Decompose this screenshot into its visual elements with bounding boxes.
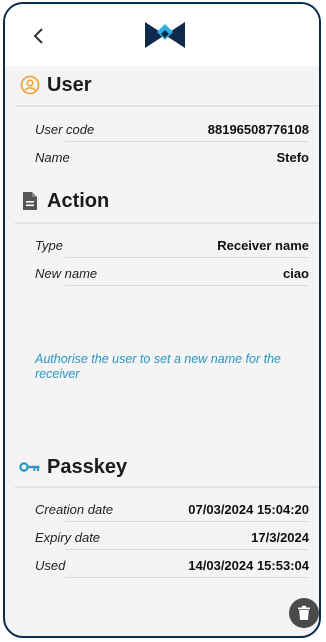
row-label: User code: [35, 122, 95, 137]
key-icon: [19, 456, 41, 478]
row-label: Creation date: [35, 502, 114, 517]
section-user-header: User: [5, 68, 319, 102]
row-value: 07/03/2024 15:04:20: [188, 502, 309, 517]
row-divider: [65, 141, 309, 142]
action-description: Authorise the user to set a new name for…: [35, 352, 281, 381]
row-label: Name: [35, 150, 70, 165]
row-value: 88196508776108: [207, 122, 309, 137]
back-button[interactable]: [27, 24, 51, 48]
new-name-row: New name ciao: [35, 264, 309, 286]
row-value: 17/3/2024: [251, 530, 309, 545]
section-action-header: Action: [5, 184, 319, 218]
type-row: Type Receiver name: [35, 236, 309, 258]
delete-button[interactable]: [289, 598, 319, 628]
top-bar: [5, 4, 319, 66]
user-code-row: User code 88196508776108: [35, 120, 309, 142]
chevron-left-icon: [33, 28, 43, 44]
row-divider: [65, 549, 309, 550]
row-label: New name: [35, 266, 98, 281]
document-icon: [19, 190, 41, 212]
row-divider: [65, 521, 309, 522]
section-title: Action: [47, 189, 110, 212]
section-divider: [15, 486, 319, 488]
row-value: Stefo: [276, 150, 310, 165]
row-divider: [65, 577, 309, 578]
used-row: Used 14/03/2024 15:53:04: [35, 556, 309, 578]
row-label: Expiry date: [35, 530, 101, 545]
row-label: Used: [35, 558, 66, 573]
section-title: User: [47, 73, 92, 96]
row-label: Type: [35, 238, 63, 253]
row-divider: [65, 285, 309, 286]
device-frame: User User code 88196508776108 Name Stefo…: [3, 2, 321, 638]
row-divider: [65, 257, 309, 258]
section-passkey-header: Passkey: [5, 450, 319, 484]
row-value: 14/03/2024 15:53:04: [188, 558, 309, 573]
section-divider: [15, 222, 319, 224]
expiry-date-row: Expiry date 17/3/2024: [35, 528, 309, 550]
user-circle-icon: [19, 74, 41, 96]
trash-icon: [298, 605, 310, 620]
creation-date-row: Creation date 07/03/2024 15:04:20: [35, 500, 309, 522]
row-value: Receiver name: [217, 238, 309, 253]
name-row: Name Stefo: [35, 148, 309, 170]
brand-logo: [145, 22, 185, 48]
section-title: Passkey: [47, 455, 128, 478]
section-divider: [15, 105, 319, 107]
row-value: ciao: [282, 266, 309, 281]
